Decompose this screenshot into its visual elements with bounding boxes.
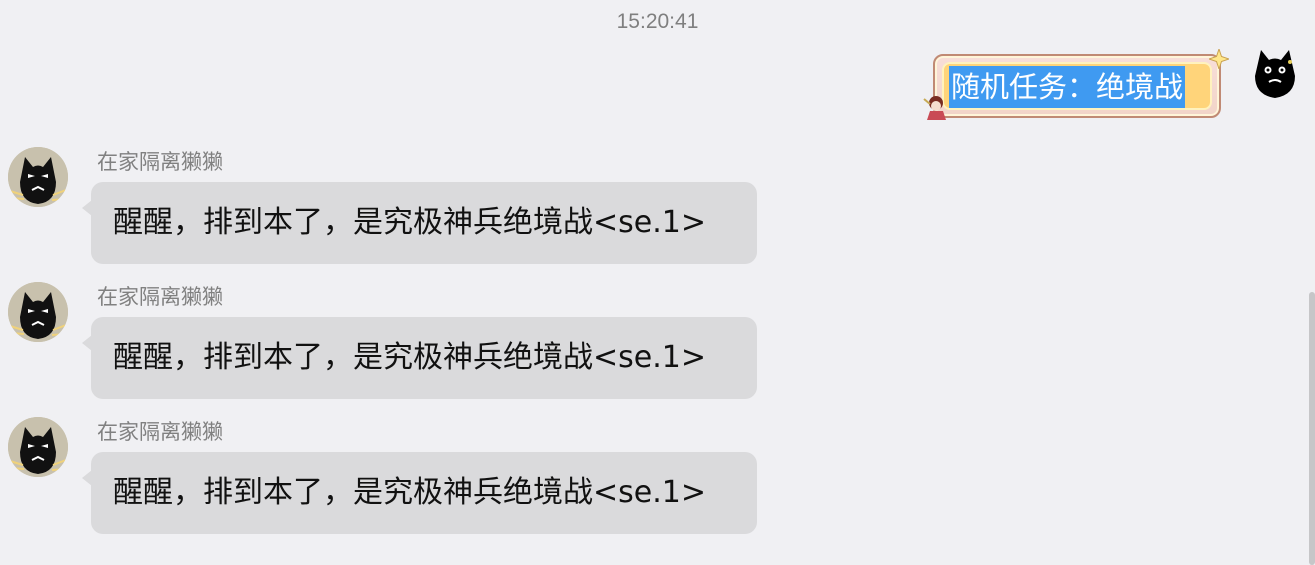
contact-avatar[interactable]	[8, 147, 68, 207]
self-avatar[interactable]	[1245, 42, 1305, 102]
message-text[interactable]: 醒醒，排到本了，是究极神兵绝境战<se.1>	[113, 452, 757, 534]
incoming-message: 在家隔离獭獭 醒醒，排到本了，是究极神兵绝境战<se.1>	[8, 282, 768, 408]
sender-name: 在家隔离獭獭	[97, 285, 223, 309]
black-cat-avatar-icon	[1255, 50, 1295, 98]
incoming-message: 在家隔离獭獭 醒醒，排到本了，是究极神兵绝境战<se.1>	[8, 417, 768, 543]
vertical-scrollbar[interactable]	[1309, 292, 1315, 565]
sender-name: 在家隔离獭獭	[97, 420, 223, 444]
message-bubble[interactable]: 醒醒，排到本了，是究极神兵绝境战<se.1>	[82, 182, 757, 264]
black-cat-avatar-icon	[8, 147, 68, 207]
message-bubble[interactable]: 醒醒，排到本了，是究极神兵绝境战<se.1>	[82, 317, 757, 399]
message-text[interactable]: 醒醒，排到本了，是究极神兵绝境战<se.1>	[113, 317, 757, 399]
sparkle-icon	[1209, 49, 1229, 69]
sender-name: 在家隔离獭獭	[97, 150, 223, 174]
outgoing-message-text[interactable]: 随机任务：绝境战	[949, 66, 1186, 108]
contact-avatar[interactable]	[8, 417, 68, 477]
bubble-tail	[82, 335, 92, 351]
bubble-tail	[82, 200, 92, 216]
chibi-sticker-icon	[923, 96, 946, 120]
incoming-message: 在家隔离獭獭 醒醒，排到本了，是究极神兵绝境战<se.1>	[8, 147, 768, 273]
outgoing-message: 随机任务：绝境战	[885, 42, 1305, 142]
bubble-tail	[82, 470, 92, 486]
fancy-message-bubble[interactable]: 随机任务：绝境战	[923, 49, 1229, 120]
black-cat-avatar-icon	[8, 417, 68, 477]
contact-avatar[interactable]	[8, 282, 68, 342]
message-bubble[interactable]: 醒醒，排到本了，是究极神兵绝境战<se.1>	[82, 452, 757, 534]
black-cat-avatar-icon	[8, 282, 68, 342]
timestamp: 15:20:41	[616, 10, 699, 33]
message-text[interactable]: 醒醒，排到本了，是究极神兵绝境战<se.1>	[113, 182, 757, 264]
